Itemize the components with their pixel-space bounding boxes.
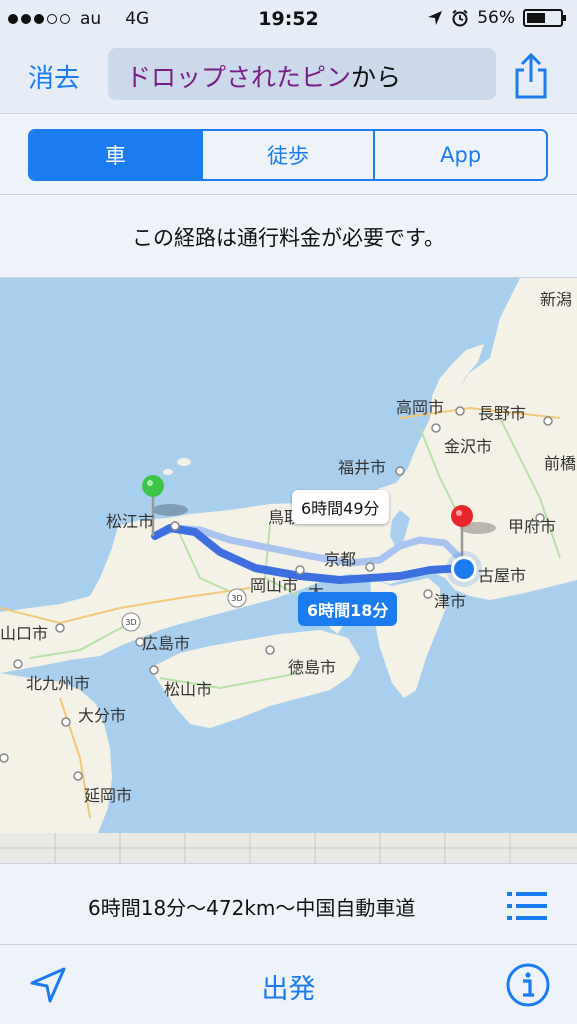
current-location-dot: [446, 551, 482, 587]
location-arrow-icon: [428, 11, 443, 25]
toll-notice: この経路は通行料金が必要です。: [0, 196, 577, 278]
route-field[interactable]: ドロップされたピンから: [108, 48, 496, 100]
list-icon[interactable]: [507, 890, 547, 922]
status-bar: au 4G 19:52 56%: [0, 0, 577, 38]
route-origin-text: ドロップされたピン: [126, 63, 352, 92]
land-honshu: [0, 278, 577, 673]
route-suffix-text: から: [351, 63, 402, 92]
city-label: 前橋: [544, 454, 577, 473]
cancel-button[interactable]: 消去: [28, 58, 80, 95]
city-label: 京都: [324, 550, 357, 569]
city-label: 古屋市: [478, 566, 527, 585]
start-button-container: 出発: [0, 967, 577, 1006]
main-route-time-callout[interactable]: 6時間18分: [298, 592, 398, 626]
city-label: 徳島市: [288, 658, 337, 677]
city-label: 甲府市: [508, 517, 557, 536]
svg-text:3D: 3D: [231, 594, 242, 603]
city-label: 松江市: [106, 512, 155, 531]
info-icon[interactable]: [505, 962, 551, 1008]
city-label: 広島市: [142, 634, 191, 653]
city-label: 大分市: [78, 706, 127, 725]
city-label: 津市: [434, 592, 467, 611]
navigation-bar: 消去 ドロップされたピンから: [0, 38, 577, 114]
share-icon[interactable]: [511, 52, 551, 100]
battery-percent: 56%: [477, 8, 515, 28]
mode-car-tab[interactable]: 車: [30, 131, 203, 179]
mode-app-tab[interactable]: App: [375, 131, 546, 179]
city-label: 岡山市: [250, 576, 299, 595]
transport-mode-segmented-control: 車 徒歩 App: [28, 129, 548, 181]
bottom-toolbar: 出発: [0, 945, 577, 1024]
route-summary-text: 6時間18分〜472km〜中国自動車道: [88, 896, 416, 920]
status-right: 56%: [427, 8, 566, 28]
city-label: 金沢市: [444, 437, 493, 456]
city-label: 新潟: [540, 290, 573, 309]
city-label: 延岡市: [84, 786, 133, 805]
city-label: 北九州市: [26, 674, 91, 693]
alternate-route-time-callout[interactable]: 6時間49分: [292, 490, 389, 524]
land-oki: [177, 458, 191, 466]
mode-bar: 車 徒歩 App: [0, 115, 577, 195]
battery-icon: [523, 9, 566, 27]
city-label: 福井市: [338, 458, 387, 477]
map-view[interactable]: 3D 3D 新潟 高岡市 長野市 金沢市 福井市 前橋 甲府市 松江市 鳥取 京: [0, 278, 577, 863]
city-label: 高岡市: [396, 398, 445, 417]
location-arrow-icon[interactable]: [28, 965, 68, 1005]
city-label: 山口市: [0, 624, 49, 643]
city-label: 松山市: [164, 680, 213, 699]
city-label: 長野市: [478, 404, 527, 423]
alarm-clock-icon: [452, 9, 468, 27]
svg-text:3D: 3D: [125, 618, 136, 627]
mode-walk-tab[interactable]: 徒歩: [202, 131, 376, 179]
start-button[interactable]: 出発: [262, 974, 316, 1005]
route-summary-bar[interactable]: 6時間18分〜472km〜中国自動車道: [0, 863, 577, 945]
